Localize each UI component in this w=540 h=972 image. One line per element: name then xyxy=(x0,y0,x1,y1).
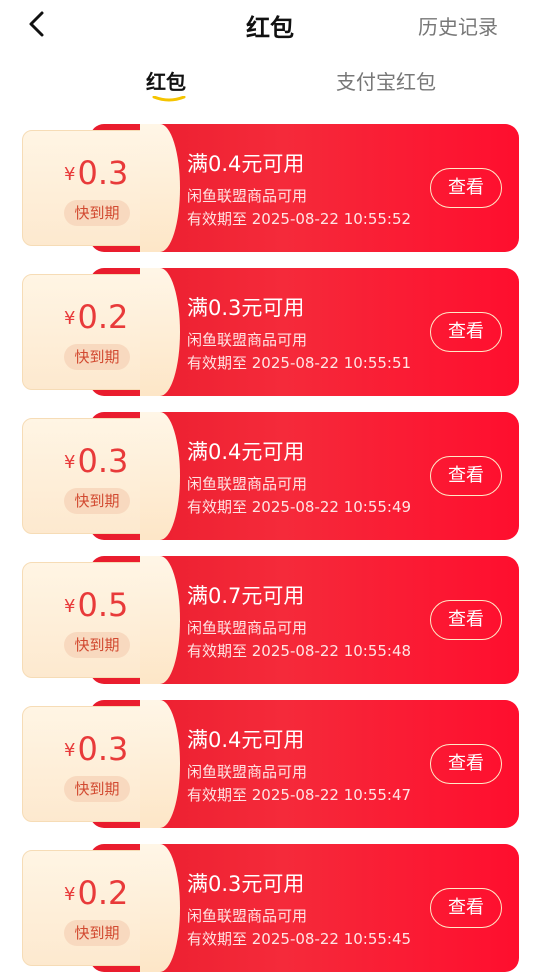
view-button[interactable]: 查看 xyxy=(430,456,502,496)
coupon-card[interactable]: ¥0.2 快到期 满0.3元可用 闲鱼联盟商品可用 有效期至 2025-08-2… xyxy=(22,844,519,972)
tab-active-indicator xyxy=(152,96,186,102)
coupon-expiry: 有效期至 2025-08-22 10:55:52 xyxy=(187,210,412,228)
expiring-soon-badge: 快到期 xyxy=(64,344,130,370)
coupon-stub-curve xyxy=(140,268,180,396)
amount-value: 0.2 xyxy=(77,874,129,912)
tab-bar: 红包 支付宝红包 xyxy=(0,62,540,110)
coupon-card[interactable]: ¥0.2 快到期 满0.3元可用 闲鱼联盟商品可用 有效期至 2025-08-2… xyxy=(22,268,519,396)
coupon-card[interactable]: ¥0.3 快到期 满0.4元可用 闲鱼联盟商品可用 有效期至 2025-08-2… xyxy=(22,124,519,252)
amount-value: 0.3 xyxy=(77,154,129,192)
expiring-soon-badge: 快到期 xyxy=(64,632,130,658)
view-button[interactable]: 查看 xyxy=(430,168,502,208)
coupon-expiry: 有效期至 2025-08-22 10:55:45 xyxy=(187,930,412,948)
coupon-stub-curve xyxy=(140,412,180,540)
coupon-condition: 满0.3元可用 xyxy=(187,872,305,896)
tab-red-packet[interactable]: 红包 xyxy=(146,66,186,95)
expiring-soon-badge: 快到期 xyxy=(64,200,130,226)
coupon-scope: 闲鱼联盟商品可用 xyxy=(187,331,308,349)
coupon-scope: 闲鱼联盟商品可用 xyxy=(187,187,308,205)
coupon-expiry: 有效期至 2025-08-22 10:55:49 xyxy=(187,498,412,516)
tab-alipay-red-packet[interactable]: 支付宝红包 xyxy=(336,66,436,95)
view-button[interactable]: 查看 xyxy=(430,600,502,640)
coupon-card[interactable]: ¥0.3 快到期 满0.4元可用 闲鱼联盟商品可用 有效期至 2025-08-2… xyxy=(22,700,519,828)
coupon-condition: 满0.3元可用 xyxy=(187,296,305,320)
coupon-amount: ¥0.3 xyxy=(64,442,128,480)
currency-symbol: ¥ xyxy=(64,164,76,185)
amount-value: 0.2 xyxy=(77,298,129,336)
coupon-expiry: 有效期至 2025-08-22 10:55:51 xyxy=(187,354,412,372)
coupon-stub-curve xyxy=(140,124,180,252)
currency-symbol: ¥ xyxy=(64,740,76,761)
coupon-condition: 满0.4元可用 xyxy=(187,440,305,464)
coupon-card[interactable]: ¥0.3 快到期 满0.4元可用 闲鱼联盟商品可用 有效期至 2025-08-2… xyxy=(22,412,519,540)
coupon-stub-curve xyxy=(140,556,180,684)
coupon-scope: 闲鱼联盟商品可用 xyxy=(187,475,308,493)
coupon-condition: 满0.7元可用 xyxy=(187,584,305,608)
coupon-amount: ¥0.5 xyxy=(64,586,128,624)
currency-symbol: ¥ xyxy=(64,308,76,329)
top-bar: 红包 历史记录 xyxy=(0,0,540,48)
coupon-stub-curve xyxy=(140,700,180,828)
expiring-soon-badge: 快到期 xyxy=(64,776,130,802)
coupon-amount: ¥0.2 xyxy=(64,298,128,336)
history-records-link[interactable]: 历史记录 xyxy=(418,11,498,40)
coupon-expiry: 有效期至 2025-08-22 10:55:47 xyxy=(187,786,412,804)
coupon-scope: 闲鱼联盟商品可用 xyxy=(187,619,308,637)
amount-value: 0.5 xyxy=(77,586,129,624)
view-button[interactable]: 查看 xyxy=(430,312,502,352)
expiring-soon-badge: 快到期 xyxy=(64,488,130,514)
currency-symbol: ¥ xyxy=(64,596,76,617)
coupon-condition: 满0.4元可用 xyxy=(187,152,305,176)
coupon-condition: 满0.4元可用 xyxy=(187,728,305,752)
amount-value: 0.3 xyxy=(77,730,129,768)
currency-symbol: ¥ xyxy=(64,452,76,473)
amount-value: 0.3 xyxy=(77,442,129,480)
view-button[interactable]: 查看 xyxy=(430,888,502,928)
coupon-scope: 闲鱼联盟商品可用 xyxy=(187,907,308,925)
coupon-amount: ¥0.2 xyxy=(64,874,128,912)
expiring-soon-badge: 快到期 xyxy=(64,920,130,946)
view-button[interactable]: 查看 xyxy=(430,744,502,784)
coupon-scope: 闲鱼联盟商品可用 xyxy=(187,763,308,781)
coupon-card[interactable]: ¥0.5 快到期 满0.7元可用 闲鱼联盟商品可用 有效期至 2025-08-2… xyxy=(22,556,519,684)
coupon-amount: ¥0.3 xyxy=(64,730,128,768)
coupon-expiry: 有效期至 2025-08-22 10:55:48 xyxy=(187,642,412,660)
coupon-stub-curve xyxy=(140,844,180,972)
coupon-amount: ¥0.3 xyxy=(64,154,128,192)
currency-symbol: ¥ xyxy=(64,884,76,905)
